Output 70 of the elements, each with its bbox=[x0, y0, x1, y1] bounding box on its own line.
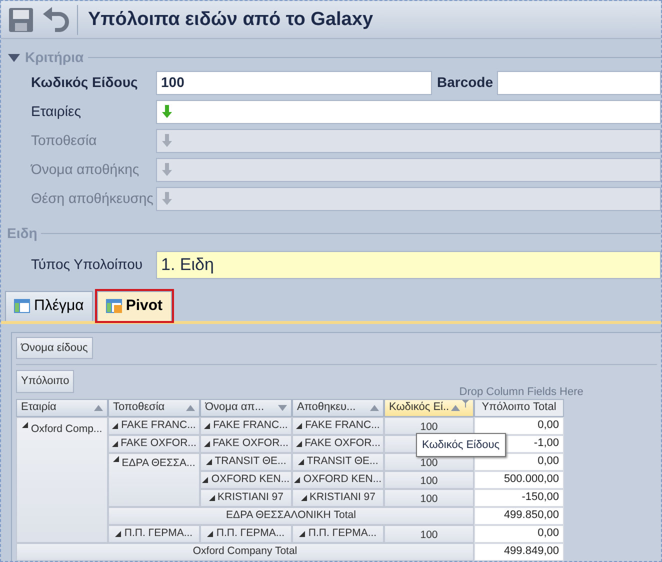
row-header-cell: 100 bbox=[384, 524, 474, 542]
total-value: 499.850,00 bbox=[474, 506, 564, 524]
column-header[interactable]: Αποθηκευ... bbox=[292, 398, 384, 416]
row-header-cell[interactable]: OXFORD KEN... bbox=[292, 470, 384, 488]
tooltip: Κωδικός Είδους bbox=[416, 432, 506, 457]
sort-ascending-icon bbox=[94, 404, 103, 410]
row-header-cell[interactable]: Π.Π. ΓΕΡΜΑ... bbox=[200, 524, 292, 542]
pivot-icon bbox=[106, 299, 122, 314]
input-field[interactable]: 100 bbox=[156, 70, 432, 94]
section-title: Ειδη bbox=[7, 224, 38, 243]
drop-hint: Drop Column Fields Here bbox=[459, 385, 584, 400]
down-arrow-icon bbox=[161, 192, 173, 206]
down-arrow-icon bbox=[161, 104, 173, 118]
column-header[interactable]: Εταιρία bbox=[16, 398, 108, 416]
sort-ascending-icon bbox=[186, 404, 195, 410]
value-cell: -150,00 bbox=[474, 488, 564, 506]
save-icon[interactable] bbox=[7, 6, 35, 34]
column-header[interactable]: Τοποθεσία bbox=[108, 398, 200, 416]
dropdown-field[interactable]: 1. Ειδη bbox=[156, 250, 661, 278]
row-header-cell[interactable]: FAKE FRANC... bbox=[108, 416, 200, 434]
row-header-cell[interactable]: TRANSIT ΘΕ... bbox=[200, 452, 292, 470]
total-value: 499.849,00 bbox=[474, 542, 564, 560]
down-arrow-icon bbox=[161, 134, 173, 148]
value-cell: 0,00 bbox=[474, 416, 564, 434]
filter-icon bbox=[462, 400, 469, 408]
field-button[interactable]: Υπόλοιπο bbox=[16, 370, 74, 392]
total-label: ΕΔΡΑ ΘΕΣΣΑΛΟΝΙΚΗ Total bbox=[108, 506, 474, 524]
row-header-cell[interactable]: Π.Π. ΓΕΡΜΑ... bbox=[108, 524, 200, 542]
row-header-cell[interactable]: FAKE OXFOR... bbox=[292, 434, 384, 452]
field-button[interactable]: Όνομα είδους bbox=[16, 336, 93, 359]
row-header-cell[interactable]: TRANSIT ΘΕ... bbox=[292, 452, 384, 470]
down-arrow-icon bbox=[161, 162, 173, 176]
row-header-cell[interactable]: KRISTIANI 97 bbox=[292, 488, 384, 506]
field-label: Θέση αποθήκευσης bbox=[31, 189, 154, 208]
sort-descending-icon bbox=[278, 404, 287, 410]
field-label: Εταιρίες bbox=[31, 102, 82, 121]
column-header[interactable]: Κωδικός Εί... bbox=[384, 398, 474, 416]
field-label: Όνομα αποθήκης bbox=[31, 160, 140, 179]
row-header-cell[interactable]: FAKE OXFOR... bbox=[108, 434, 200, 452]
row-header-cell: 100 bbox=[384, 488, 474, 506]
section-title: Κριτήρια bbox=[25, 48, 84, 67]
row-header-cell[interactable]: ΕΔΡΑ ΘΕΣΣΑ... bbox=[108, 452, 200, 506]
row-header-cell[interactable]: Π.Π. ΓΕΡΜΑ... bbox=[292, 524, 384, 542]
grid-icon bbox=[14, 299, 30, 314]
column-header: Υπόλοιπο Total bbox=[474, 398, 564, 416]
field-label: Τοποθεσία bbox=[31, 131, 98, 150]
field-label: Κωδικός Είδους bbox=[31, 73, 139, 92]
sort-ascending-icon bbox=[370, 404, 379, 410]
undo-icon[interactable] bbox=[41, 6, 71, 34]
row-header-cell[interactable]: KRISTIANI 97 bbox=[200, 488, 292, 506]
window-title: Υπόλοιπα ειδών από το Galaxy bbox=[77, 4, 374, 34]
row-header-cell[interactable]: FAKE FRANC... bbox=[292, 416, 384, 434]
row-header-cell[interactable]: Oxford Comp... bbox=[16, 416, 108, 542]
row-header-cell[interactable]: FAKE OXFOR... bbox=[200, 434, 292, 452]
lookup-field[interactable] bbox=[156, 100, 661, 124]
tab[interactable]: Pivot bbox=[96, 291, 172, 320]
row-header-cell[interactable]: OXFORD KEN... bbox=[200, 470, 292, 488]
column-header[interactable]: Όνομα απ... bbox=[200, 398, 292, 416]
row-header-cell: 100 bbox=[384, 470, 474, 488]
value-cell: 500.000,00 bbox=[474, 470, 564, 488]
tab[interactable]: Πλέγμα bbox=[5, 291, 93, 320]
row-header-cell[interactable]: FAKE FRANC... bbox=[200, 416, 292, 434]
row-header-cell: 100 bbox=[384, 416, 474, 434]
field-label: Barcode bbox=[437, 73, 494, 92]
sort-ascending-icon bbox=[451, 404, 460, 410]
value-cell: 0,00 bbox=[474, 524, 564, 542]
input-field[interactable] bbox=[497, 70, 661, 94]
collapse-icon[interactable] bbox=[7, 52, 21, 62]
total-label: Oxford Company Total bbox=[16, 542, 474, 560]
field-label: Τύπος Υπολοίπου bbox=[31, 255, 144, 274]
